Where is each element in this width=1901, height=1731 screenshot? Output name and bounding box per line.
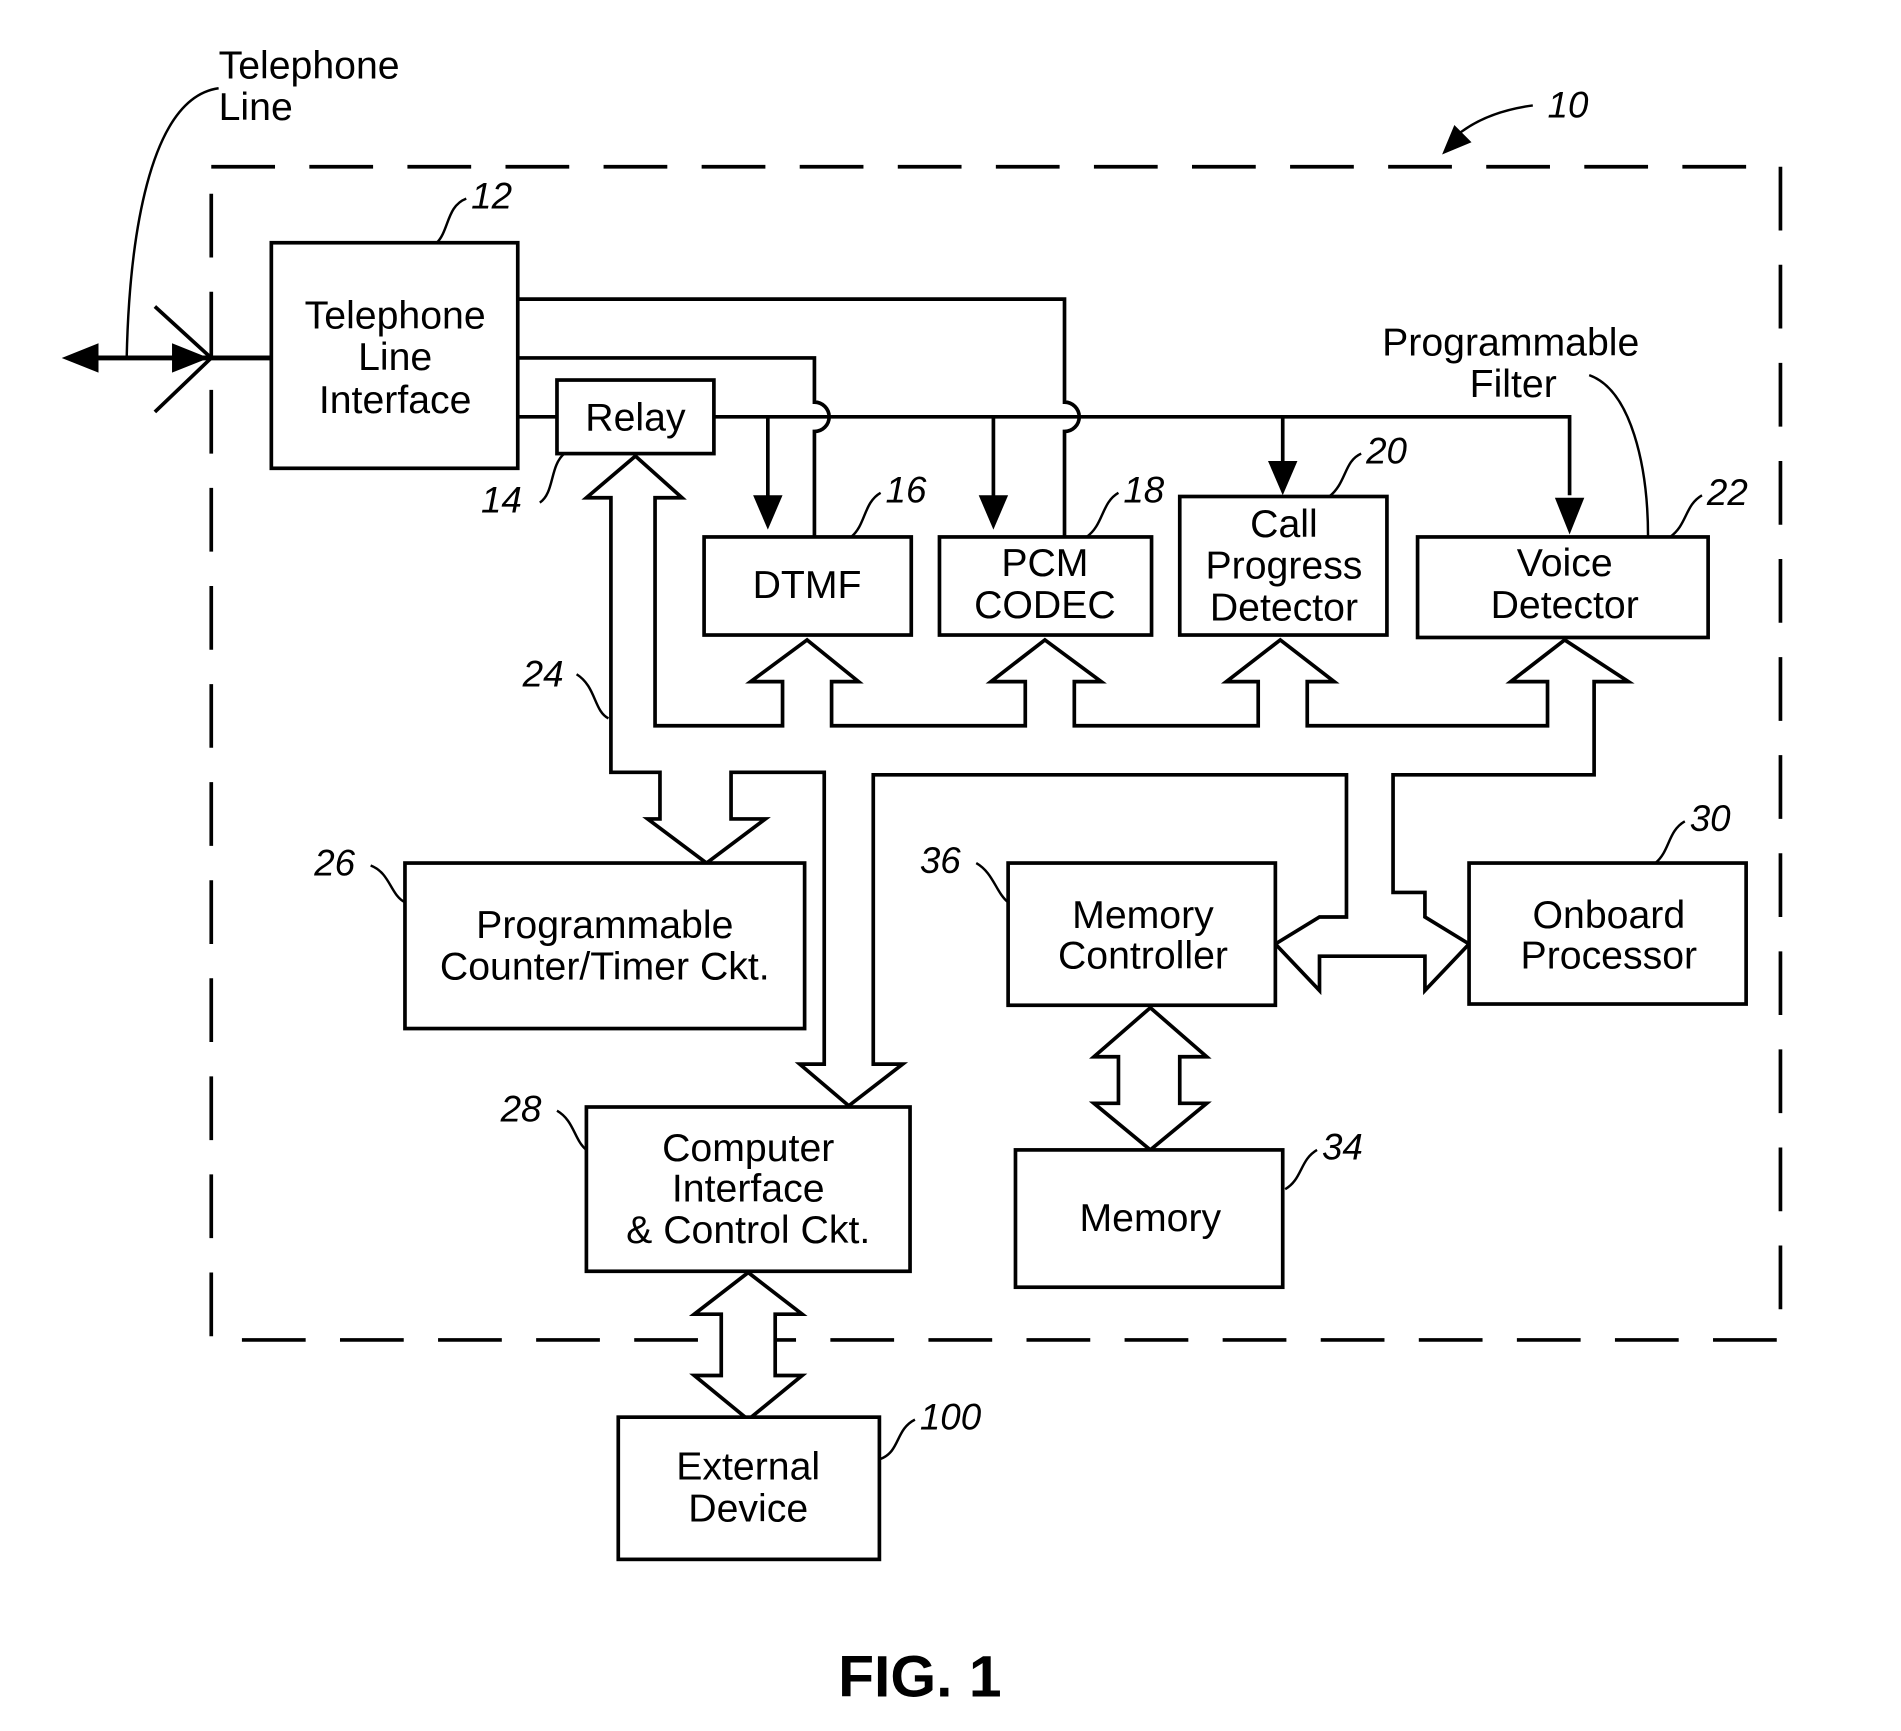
relay-ref: 14 bbox=[481, 479, 522, 520]
tli-ref: 12 bbox=[471, 175, 512, 216]
arrow-left-icon bbox=[61, 343, 99, 373]
cic-label: Interface bbox=[672, 1166, 825, 1210]
memory-label: Memory bbox=[1080, 1196, 1222, 1240]
tli-label: Telephone bbox=[305, 294, 486, 338]
figure-caption: FIG. 1 bbox=[838, 1645, 1001, 1710]
bus-ref: 24 bbox=[522, 654, 564, 695]
relay-ref-leader bbox=[539, 452, 566, 504]
voice-ref: 22 bbox=[1706, 472, 1748, 513]
arrow-right-icon bbox=[172, 343, 209, 373]
proc-label: Onboard bbox=[1533, 893, 1686, 937]
cpd-label: Call bbox=[1250, 502, 1318, 546]
tli-ref-leader bbox=[435, 197, 467, 244]
arrow-down-icon bbox=[753, 495, 783, 530]
cpd-ref: 20 bbox=[1365, 430, 1407, 471]
ext-label: External bbox=[676, 1445, 820, 1489]
arrow-down-icon bbox=[978, 495, 1009, 530]
memctl-ref: 36 bbox=[920, 840, 961, 881]
arrow-down-icon bbox=[1268, 460, 1298, 496]
telephone-line-label-2: Line bbox=[219, 85, 293, 129]
system-ref-arrow bbox=[1453, 104, 1533, 139]
memory-ref: 34 bbox=[1322, 1127, 1363, 1168]
pcm-label: CODEC bbox=[974, 583, 1116, 627]
proc-ref-leader bbox=[1654, 820, 1686, 864]
voice-label: Voice bbox=[1517, 541, 1613, 585]
memctl-ref-leader bbox=[975, 861, 1009, 904]
proc-ref: 30 bbox=[1690, 798, 1731, 839]
memctl-label: Memory bbox=[1072, 893, 1214, 937]
tli-label: Line bbox=[358, 335, 432, 379]
memory-bus bbox=[1088, 1005, 1212, 1153]
telephone-line-leader bbox=[125, 87, 219, 358]
counter-label: Programmable bbox=[476, 903, 733, 947]
dtmf-ref-leader bbox=[850, 491, 882, 538]
counter-ref-leader bbox=[370, 864, 406, 904]
counter-ref: 26 bbox=[313, 842, 355, 883]
proc-label: Processor bbox=[1521, 933, 1698, 977]
ext-label: Device bbox=[688, 1486, 808, 1530]
block-diagram: 10 Telephone Line Telephone Line Interfa… bbox=[61, 43, 1783, 1710]
dtmf-label: DTMF bbox=[753, 563, 862, 607]
cic-ref-leader bbox=[556, 1109, 588, 1151]
arrow-down-icon bbox=[1554, 497, 1585, 535]
cpd-ref-leader bbox=[1328, 452, 1362, 498]
telephone-line-label-1: Telephone bbox=[219, 43, 400, 87]
dtmf-ref: 16 bbox=[886, 470, 927, 511]
programmable-filter-label: Programmable bbox=[1382, 321, 1639, 365]
system-ref-arrowhead bbox=[1442, 125, 1472, 155]
relay-label: Relay bbox=[585, 395, 686, 439]
counter-label: Counter/Timer Ckt. bbox=[440, 945, 770, 989]
system-ref: 10 bbox=[1548, 85, 1589, 126]
memctl-label: Controller bbox=[1058, 933, 1228, 977]
bus-ref-leader bbox=[575, 673, 610, 720]
cpd-label: Detector bbox=[1210, 585, 1358, 629]
ext-ref: 100 bbox=[920, 1396, 982, 1437]
voice-ref-leader bbox=[1669, 494, 1703, 538]
cpd-label: Progress bbox=[1205, 544, 1362, 588]
pcm-ref: 18 bbox=[1123, 470, 1164, 511]
cic-label: Computer bbox=[662, 1126, 834, 1170]
external-bus bbox=[688, 1270, 808, 1422]
tli-label: Interface bbox=[319, 378, 472, 422]
programmable-filter-label: Filter bbox=[1470, 362, 1557, 406]
voice-label: Detector bbox=[1491, 583, 1639, 627]
pcm-label: PCM bbox=[1001, 541, 1088, 585]
memory-ref-leader bbox=[1284, 1148, 1318, 1191]
ext-ref-leader bbox=[880, 1418, 916, 1460]
cic-label: & Control Ckt. bbox=[626, 1208, 870, 1252]
cic-ref: 28 bbox=[500, 1089, 542, 1130]
programmable-filter-leader bbox=[1588, 373, 1650, 537]
pcm-ref-leader bbox=[1085, 491, 1120, 538]
